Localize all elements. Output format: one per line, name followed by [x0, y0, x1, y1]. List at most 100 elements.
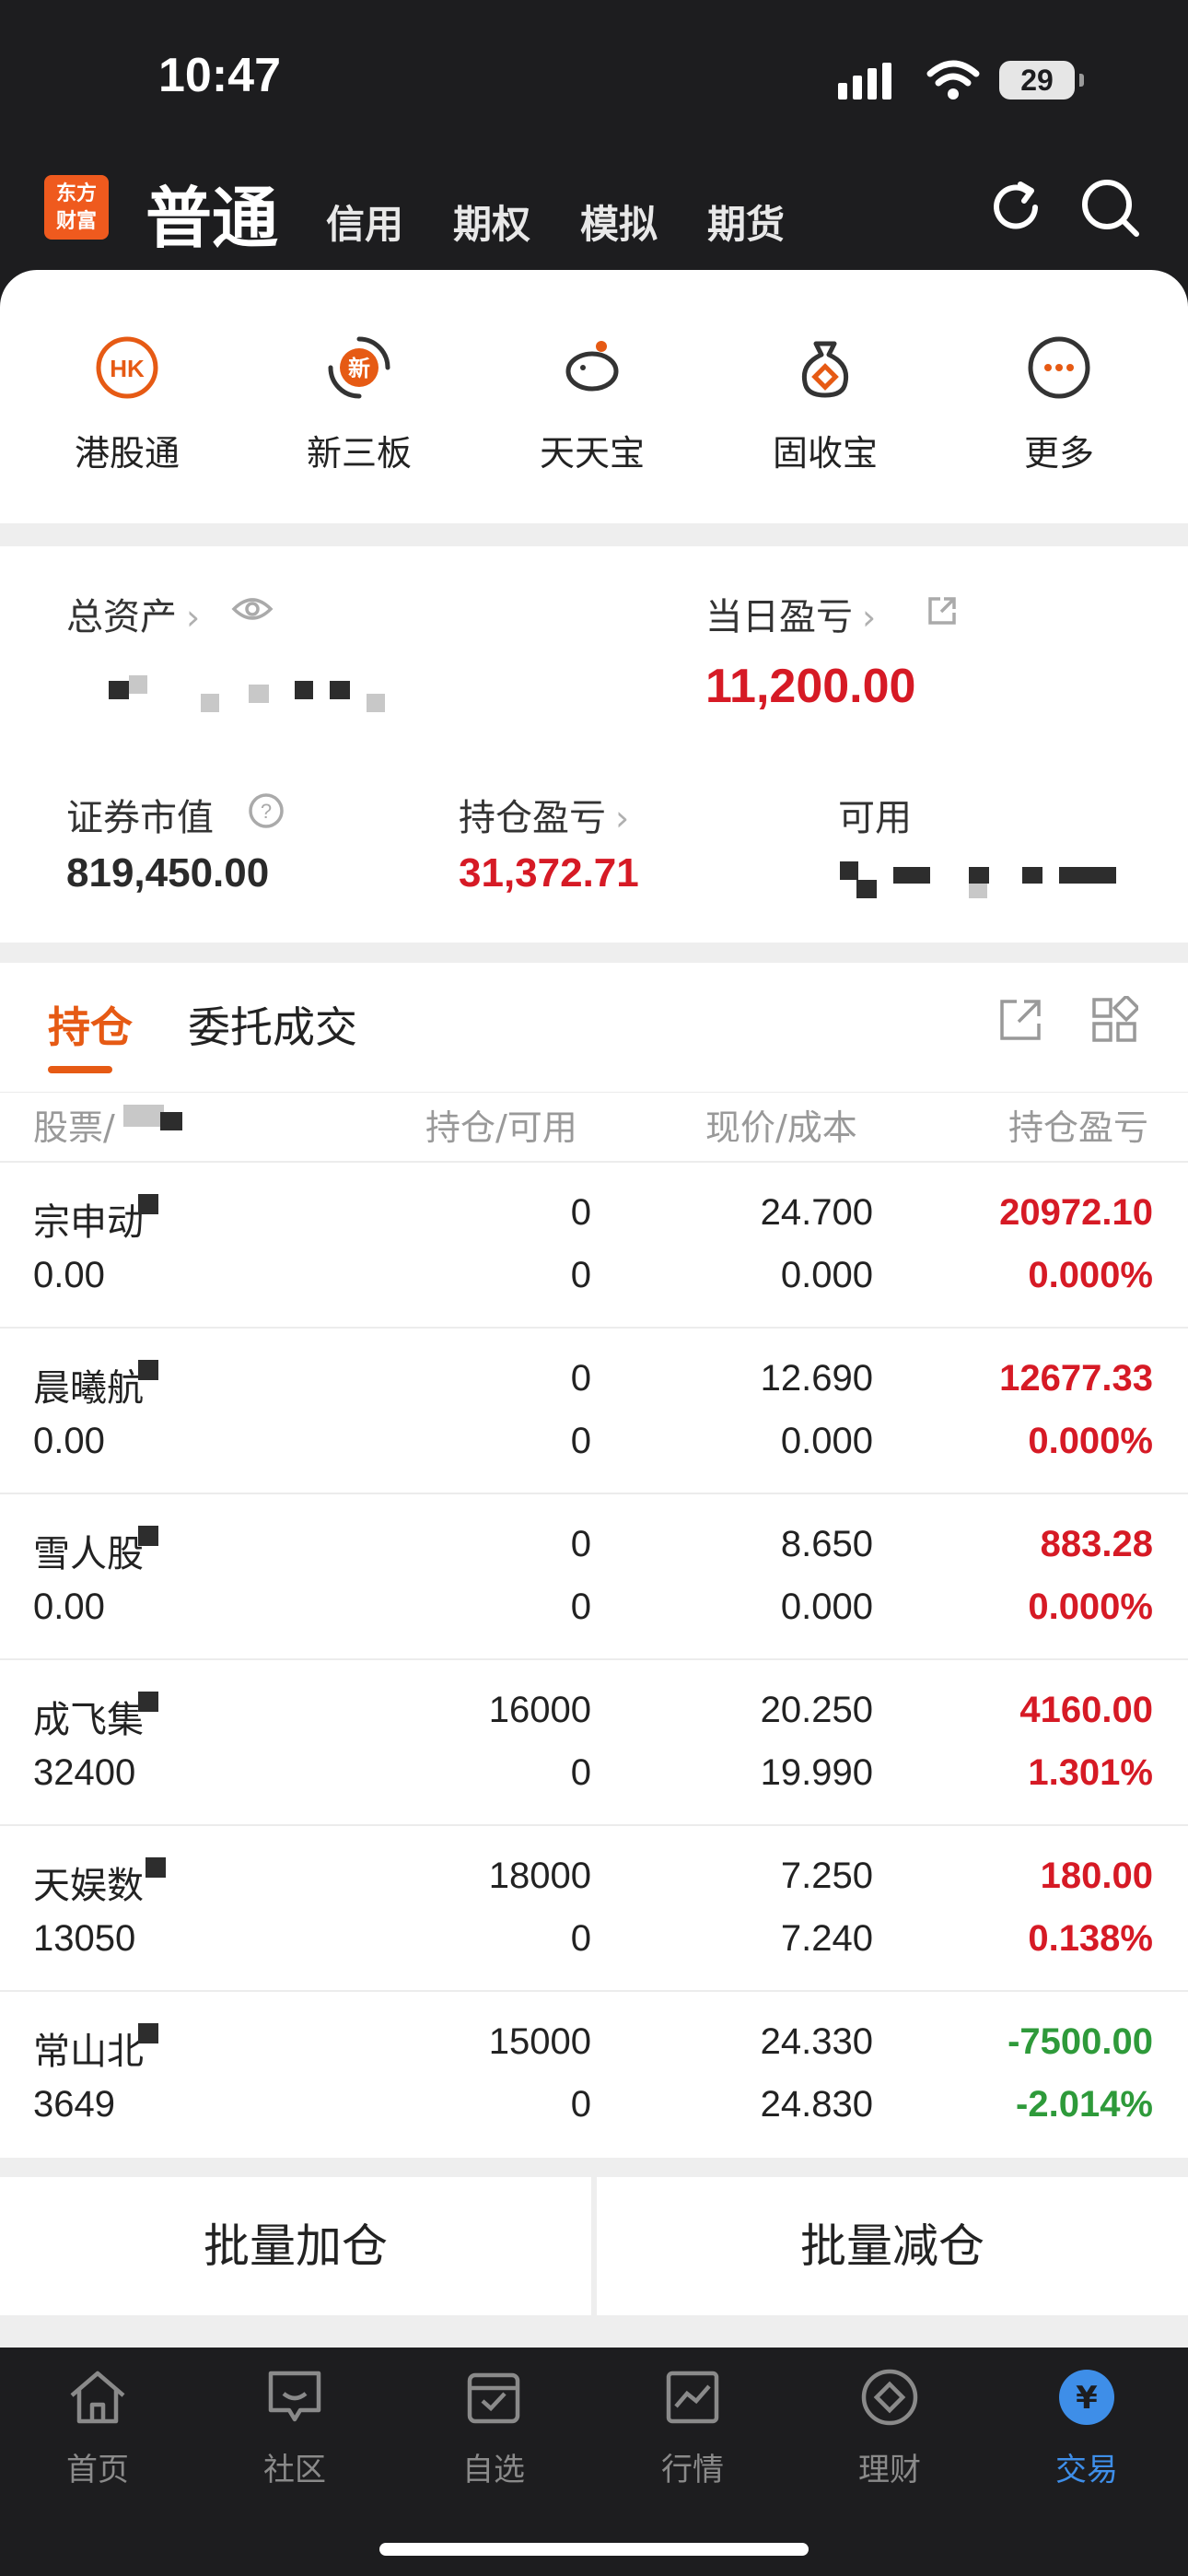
tab-home-label: 首页: [66, 2452, 129, 2488]
total-assets-link[interactable]: 总资产 ›: [66, 587, 200, 640]
cost-price: 0.000: [780, 1587, 873, 1627]
quick-action-gushoubao[interactable]: 固收宝: [742, 334, 908, 475]
market-value: 819,450.00: [66, 850, 270, 896]
position-row[interactable]: 雪人股 0.00 0 0 8.650 0.000 883.28 0.000%: [0, 1493, 1188, 1660]
bottom-tab-bar: 首页 社区 自选 行情 理财 ¥ 交易: [0, 2348, 1188, 2576]
help-icon[interactable]: ?: [247, 791, 285, 830]
quick-action-more[interactable]: 更多: [976, 334, 1142, 475]
column-header-hold: 持仓/可用: [425, 1107, 577, 1148]
position-row[interactable]: 晨曦航 0.00 0 0 12.690 0.000 12677.33 0.000%: [0, 1327, 1188, 1494]
app-logo: 东方 财富: [44, 175, 109, 240]
refresh-icon[interactable]: [984, 175, 1048, 240]
signal-icon: [838, 63, 897, 100]
column-header-pl: 持仓盈亏: [1008, 1107, 1149, 1148]
more-icon: [1028, 336, 1090, 399]
position-pl-percent: 0.000%: [1028, 1421, 1153, 1461]
watchlist-icon: [467, 2372, 520, 2424]
position-pl: 180.00: [1040, 1856, 1153, 1896]
quick-action-label: 天天宝: [539, 433, 645, 474]
tab-community[interactable]: 社区: [221, 2366, 368, 2489]
quick-action-label: 更多: [1023, 433, 1094, 474]
position-pl: 4160.00: [1019, 1690, 1153, 1730]
masked-stock-name: [138, 1360, 158, 1380]
export-icon[interactable]: [996, 996, 1044, 1044]
available-quantity: 0: [570, 2084, 591, 2125]
header-background: [0, 0, 1188, 313]
tab-futures[interactable]: 期货: [707, 193, 785, 250]
eye-icon[interactable]: [230, 592, 274, 626]
svg-text:¥: ¥: [1076, 2380, 1098, 2417]
column-header-price: 现价/成本: [705, 1107, 857, 1148]
position-row[interactable]: 宗申动 0.00 0 0 24.700 0.000 20972.10 0.000%: [0, 1161, 1188, 1329]
tab-trade[interactable]: ¥ 交易: [1013, 2366, 1160, 2489]
svg-text:新: 新: [348, 356, 370, 381]
position-row[interactable]: 成飞集 32400 16000 0 20.250 19.990 4160.00 1.301%: [0, 1658, 1188, 1826]
position-pl-percent: 0.000%: [1028, 1255, 1153, 1295]
holding-pl-label: 持仓盈亏: [459, 797, 606, 839]
position-row[interactable]: 天娱数 13050 18000 0 7.250 7.240 180.00 0.138%: [0, 1824, 1188, 1992]
battery-indicator: 29: [999, 61, 1075, 100]
header-divider: [0, 1092, 1188, 1093]
batch-add-button[interactable]: 批量加仓: [0, 2177, 591, 2315]
batch-reduce-button[interactable]: 批量减仓: [597, 2177, 1188, 2315]
cost-price: 24.830: [760, 2084, 873, 2125]
quick-action-new-board[interactable]: 新 新三板: [276, 334, 442, 475]
hold-quantity: 16000: [488, 1690, 591, 1730]
position-pl: 12677.33: [999, 1358, 1153, 1399]
stock-name: 天娱数: [33, 1865, 144, 1907]
chevron-right-icon: ›: [862, 597, 877, 638]
tab-finance[interactable]: 理财: [816, 2366, 963, 2489]
masked-header-text: [160, 1112, 182, 1130]
hold-quantity: 0: [570, 1524, 591, 1564]
tab-credit[interactable]: 信用: [326, 193, 403, 250]
tab-market[interactable]: 行情: [619, 2366, 766, 2489]
column-header-stock: 股票/: [33, 1099, 115, 1150]
current-price: 24.700: [760, 1192, 873, 1233]
current-price: 12.690: [760, 1358, 873, 1399]
column-header-stock-text: 股票/: [33, 1107, 115, 1148]
holding-pl-value: 31,372.71: [459, 850, 639, 896]
stock-name: 常山北: [33, 2031, 144, 2073]
market-value-label: 证券市值: [66, 797, 214, 839]
market-icon: [666, 2371, 719, 2424]
available-quantity: 0: [570, 1587, 591, 1627]
masked-header-text: [123, 1105, 164, 1127]
quick-action-tiantianbao[interactable]: 天天宝: [509, 334, 675, 475]
tab-options[interactable]: 期权: [453, 193, 530, 250]
holding-pl-link[interactable]: 持仓盈亏 ›: [459, 788, 629, 841]
tab-finance-label: 理财: [858, 2452, 921, 2488]
quick-action-label: 港股通: [74, 433, 180, 474]
market-value-cell: 13050: [33, 1918, 136, 1959]
tab-home[interactable]: 首页: [24, 2366, 171, 2489]
masked-stock-name: [138, 1194, 158, 1214]
daily-pl-value: 11,200.00: [705, 660, 916, 713]
hold-quantity: 15000: [488, 2021, 591, 2062]
available-quantity: 0: [570, 1421, 591, 1461]
search-icon[interactable]: [1077, 175, 1144, 241]
tab-orders[interactable]: 委托成交: [188, 994, 357, 1055]
stock-name: 雪人股: [33, 1533, 144, 1575]
cost-price: 0.000: [780, 1255, 873, 1295]
tab-simulation[interactable]: 模拟: [580, 193, 658, 250]
tab-market-label: 行情: [661, 2452, 724, 2488]
market-value-cell: 3649: [33, 2084, 115, 2125]
masked-stock-name: [146, 1857, 166, 1878]
tab-normal[interactable]: 普通: [146, 164, 278, 261]
grid-view-icon[interactable]: [1090, 996, 1138, 1044]
available-quantity: 0: [570, 1752, 591, 1793]
position-pl: 20972.10: [999, 1192, 1153, 1233]
position-row[interactable]: 常山北 3649 15000 0 24.330 24.830 -7500.00 -2.014%: [0, 1990, 1188, 2158]
tab-watchlist-label: 自选: [462, 2452, 525, 2488]
battery-tip: [1079, 74, 1084, 87]
logo-text-1: 东方: [55, 181, 97, 205]
current-price: 8.650: [780, 1524, 873, 1564]
share-icon[interactable]: [926, 594, 959, 627]
quick-action-hk[interactable]: HK 港股通: [44, 334, 210, 475]
position-pl-percent: 0.138%: [1028, 1918, 1153, 1959]
tab-holdings[interactable]: 持仓: [48, 994, 133, 1055]
cost-price: 19.990: [760, 1752, 873, 1793]
tab-watchlist[interactable]: 自选: [420, 2366, 567, 2489]
daily-pl-link[interactable]: 当日盈亏 ›: [705, 587, 876, 640]
status-time: 10:47: [158, 49, 281, 102]
quick-action-label: 新三板: [306, 433, 412, 474]
